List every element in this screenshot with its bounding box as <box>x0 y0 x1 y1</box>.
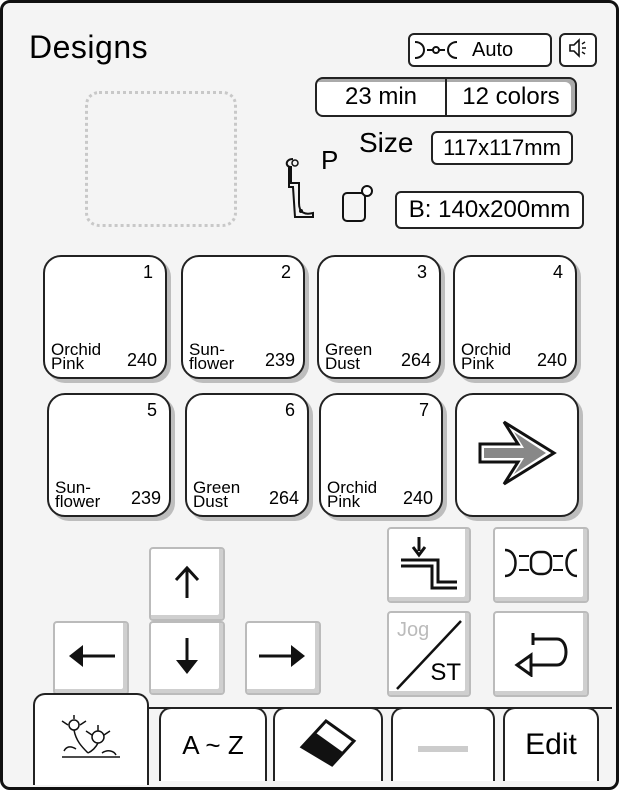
move-down-button[interactable] <box>149 621 225 695</box>
tab-edit[interactable]: Edit <box>503 707 599 781</box>
auto-hoop-button[interactable]: Auto <box>408 33 552 67</box>
arrow-right-icon <box>257 641 309 676</box>
thread-color-6[interactable]: 6 Green Dust 264 <box>185 393 309 517</box>
hoop-move-button[interactable] <box>493 527 589 603</box>
speaker-icon <box>567 37 589 64</box>
thread-color-4[interactable]: 4 Orchid Pink 240 <box>453 255 577 379</box>
foot-letter: P <box>321 145 339 175</box>
needle-position-icon <box>397 535 461 596</box>
thread-name: Sun- flower <box>189 340 235 373</box>
eraser-icon <box>296 715 360 776</box>
hoop-size: B: 140x200mm <box>395 191 584 229</box>
thread-code: 240 <box>402 488 433 508</box>
thread-code: 240 <box>126 350 157 370</box>
disabled-tab-icon <box>418 730 468 761</box>
thread-number: 4 <box>552 262 563 282</box>
thread-color-7[interactable]: 7 Orchid Pink 240 <box>319 393 443 517</box>
thread-number: 5 <box>146 400 157 420</box>
return-arrow-icon <box>511 627 571 682</box>
tab-designs[interactable] <box>33 693 149 785</box>
thread-name: Green Dust <box>193 478 241 511</box>
move-up-button[interactable] <box>149 547 225 621</box>
designs-screen: Designs Auto 23 min 12 colors P Size 117… <box>0 0 619 790</box>
stitch-time: 23 min <box>344 83 418 110</box>
thread-name: Orchid Pink <box>461 340 512 373</box>
arrow-down-icon <box>172 636 202 681</box>
thread-code: 264 <box>268 488 299 508</box>
page-title: Designs <box>29 29 149 65</box>
sound-button[interactable] <box>559 33 597 67</box>
thread-number: 3 <box>416 262 427 282</box>
hoop-move-icon <box>501 546 581 585</box>
thread-code: 240 <box>536 350 567 370</box>
thread-code: 264 <box>400 350 431 370</box>
thread-number: 7 <box>418 400 429 420</box>
tab-disabled <box>391 707 495 781</box>
size-label: Size <box>359 127 414 158</box>
next-page-button[interactable] <box>455 393 579 517</box>
return-button[interactable] <box>493 611 589 697</box>
tab-eraser[interactable] <box>273 707 383 781</box>
thread-color-2[interactable]: 2 Sun- flower 239 <box>181 255 305 379</box>
thread-name: Orchid Pink <box>51 340 102 373</box>
move-right-button[interactable] <box>245 621 321 695</box>
thread-name: Orchid Pink <box>327 478 378 511</box>
arrow-left-icon <box>65 641 117 676</box>
thread-number: 2 <box>280 262 291 282</box>
design-preview <box>85 91 237 227</box>
thread-name: Green Dust <box>325 340 373 373</box>
tab-alphabet[interactable]: A ~ Z <box>159 707 267 781</box>
arrow-up-icon <box>172 564 202 605</box>
thread-code: 239 <box>264 350 295 370</box>
flowers-icon <box>58 713 124 768</box>
st-label: ST <box>430 659 461 686</box>
thread-color-1[interactable]: 1 Orchid Pink 240 <box>43 255 167 379</box>
next-arrow-icon <box>474 418 560 493</box>
needle-position-button[interactable] <box>387 527 471 603</box>
jog-st-button[interactable]: Jog ST <box>387 611 471 697</box>
thread-name: Sun- flower <box>55 478 101 511</box>
hoop-icon <box>410 35 462 65</box>
thread-color-5[interactable]: 5 Sun- flower 239 <box>47 393 171 517</box>
tab-edit-label: Edit <box>525 728 577 761</box>
color-count: 12 colors <box>445 79 575 115</box>
thread-code: 239 <box>130 488 161 508</box>
auto-label: Auto <box>472 38 514 61</box>
tab-az-label: A ~ Z <box>182 729 244 760</box>
thread-number: 6 <box>284 400 295 420</box>
stitch-info: 23 min 12 colors <box>315 77 577 117</box>
hoop-frame-icon <box>339 183 379 230</box>
thread-color-3[interactable]: 3 Green Dust 264 <box>317 255 441 379</box>
move-left-button[interactable] <box>53 621 129 695</box>
presser-foot-icon <box>279 153 319 228</box>
thread-number: 1 <box>142 262 153 282</box>
design-size: 117x117mm <box>431 131 573 165</box>
